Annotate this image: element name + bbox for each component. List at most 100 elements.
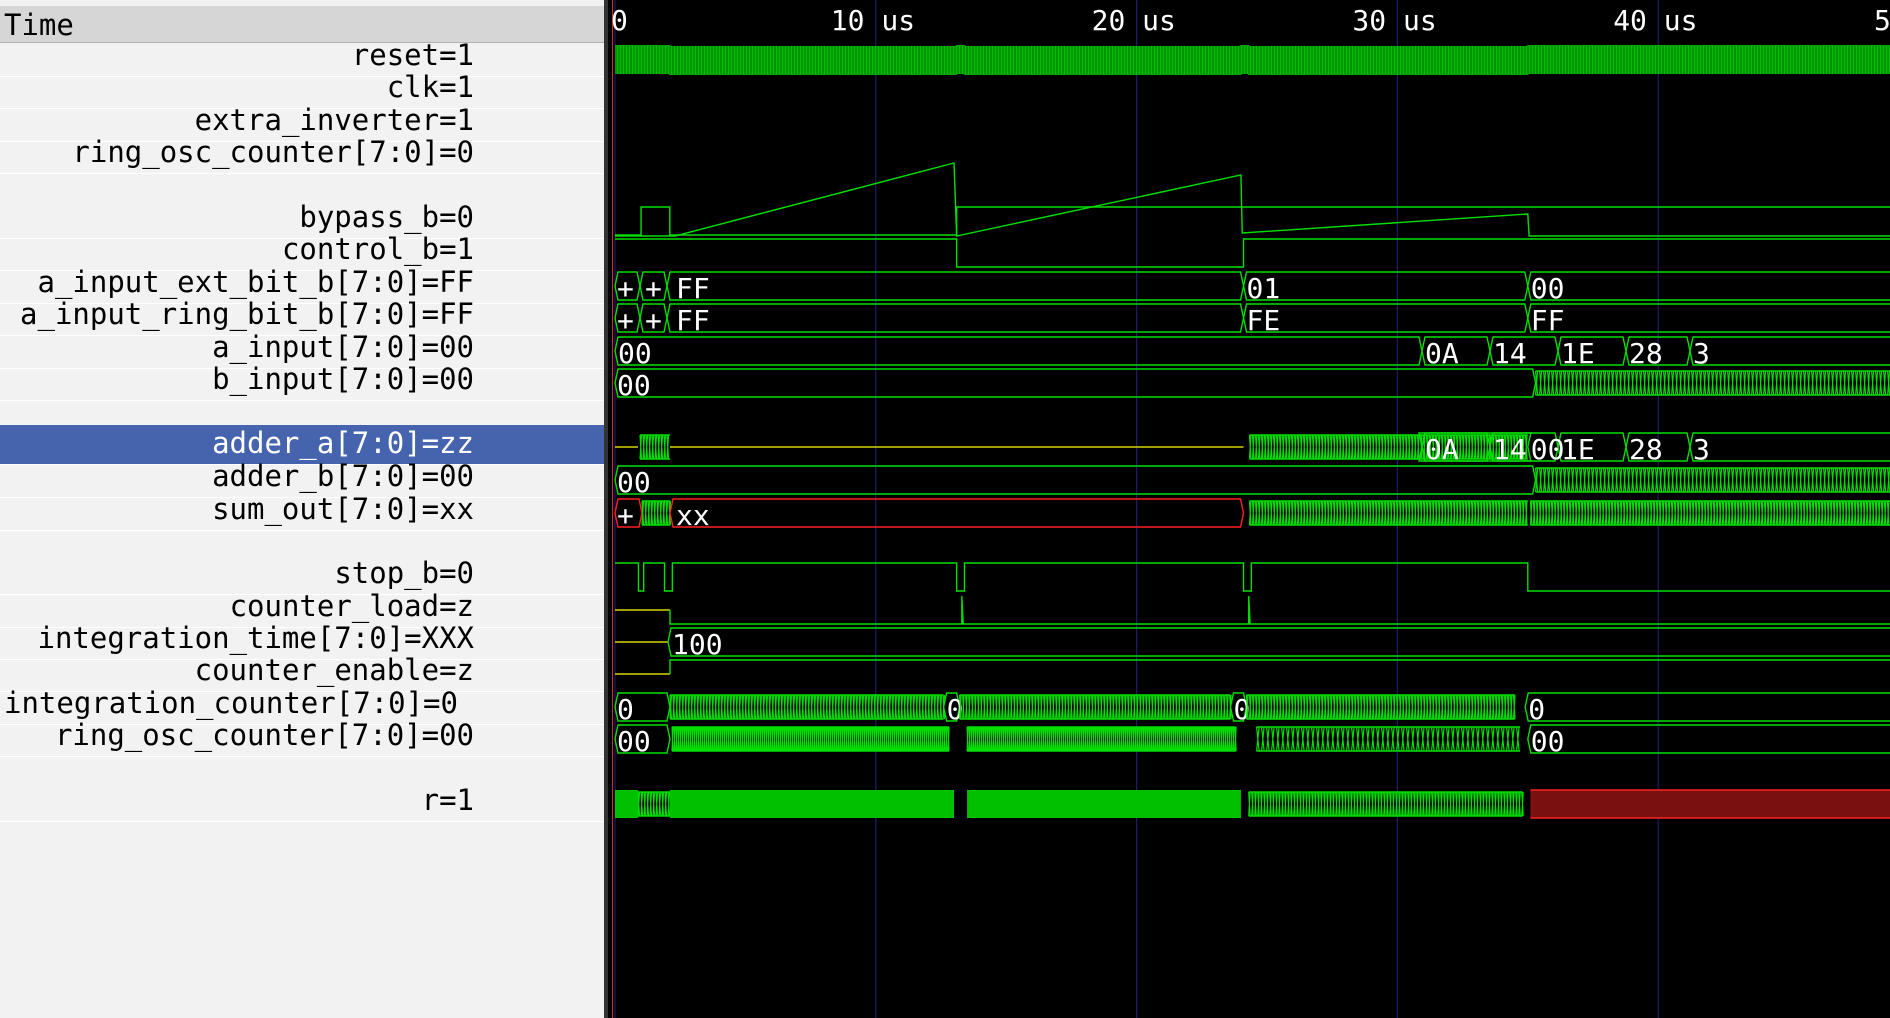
signal-label: adder_b[7:0]=00 bbox=[212, 459, 474, 493]
bus-int-time-value: 100 bbox=[672, 628, 723, 661]
bus-ring-osc-activity bbox=[966, 726, 1237, 752]
bus-adder-a-value: 14 bbox=[1493, 433, 1527, 466]
bus-a-ring-plus: + bbox=[645, 304, 662, 337]
bus-a-input-value: 14 bbox=[1493, 337, 1527, 370]
signal-label: integration_time[7:0]=XXX bbox=[37, 621, 475, 655]
signal-row-b-input[interactable]: b_input[7:0]=00 bbox=[0, 361, 604, 401]
bus-a-input-value: 00 bbox=[618, 337, 652, 370]
bus-a-ring-value: FE bbox=[1247, 304, 1281, 337]
timeline-tick-label: 0 bbox=[612, 4, 628, 37]
bus-adder-a-value: 3 bbox=[1693, 433, 1710, 466]
signal-label: clk=1 bbox=[386, 70, 474, 104]
wave-ring-osc-analog bbox=[615, 162, 1890, 237]
bus-a-ext-value: 01 bbox=[1247, 272, 1281, 305]
bus-a-ext-seg bbox=[1242, 271, 1529, 301]
bus-a-ring-plus: + bbox=[617, 304, 634, 337]
signal-row-ring-osc-counter-analog[interactable]: ring_osc_counter[7:0]=0 bbox=[0, 134, 604, 174]
bus-a-ring-seg bbox=[1527, 303, 1890, 333]
bus-a-input-seg bbox=[614, 336, 1423, 366]
signal-label: extra_inverter=1 bbox=[194, 103, 474, 137]
signal-label: ring_osc_counter[7:0]=0 bbox=[72, 135, 474, 169]
wave-r-activity bbox=[637, 791, 671, 817]
bus-ring-osc-activity bbox=[1256, 726, 1520, 752]
bus-sum-out-activity bbox=[1248, 500, 1528, 526]
bus-adder-a-activity bbox=[639, 434, 670, 460]
signal-label: counter_enable=z bbox=[194, 653, 474, 687]
wave-r-fill bbox=[670, 790, 955, 818]
bus-int-time-seg bbox=[667, 627, 1890, 657]
bus-a-input-value: 1E bbox=[1561, 337, 1595, 370]
bus-a-ext-value: FF bbox=[676, 272, 710, 305]
wave-counter-load bbox=[669, 595, 1890, 625]
signal-label: ring_osc_counter[7:0]=00 bbox=[54, 718, 474, 752]
wave-r-undefined bbox=[1530, 790, 1890, 818]
bus-adder-a-value: 28 bbox=[1629, 433, 1663, 466]
signal-name-panel: Time reset=1 clk=1 extra_inverter=1 ring… bbox=[0, 0, 608, 1018]
signal-label: r=1 bbox=[421, 783, 474, 817]
bus-a-input-seg bbox=[1689, 336, 1890, 366]
bus-a-ring-seg bbox=[1242, 303, 1529, 333]
bus-sum-out-activity bbox=[1529, 500, 1890, 526]
bus-int-counter-activity bbox=[959, 694, 1232, 720]
bus-int-counter-value: 0 bbox=[1528, 693, 1545, 726]
wave-stop-b bbox=[615, 562, 1890, 592]
signal-label: control_b=1 bbox=[281, 232, 474, 266]
wave-r-fill bbox=[967, 790, 1241, 818]
bus-a-input-value: 28 bbox=[1629, 337, 1663, 370]
bus-ring-osc-activity bbox=[671, 726, 950, 752]
wave-r-fill bbox=[615, 790, 638, 818]
wave-control-b bbox=[615, 238, 1890, 268]
waveform-panel[interactable]: 0 10 us 20 us 30 us 40 us 5 + + FF 01 00 + + FF FE FF 00… bbox=[612, 0, 1890, 1018]
bus-adder-a-seg bbox=[1689, 432, 1890, 462]
timeline-tick-label: 30 us bbox=[1352, 4, 1436, 37]
signal-row-sum-out[interactable]: sum_out[7:0]=xx bbox=[0, 491, 604, 531]
bus-adder-a-value: 1E bbox=[1561, 433, 1595, 466]
signal-label: b_input[7:0]=00 bbox=[212, 362, 474, 396]
wave-r-activity bbox=[1248, 791, 1524, 817]
wave-bypass-b bbox=[615, 206, 1890, 236]
signal-label: bypass_b=0 bbox=[299, 200, 474, 234]
wave-counter-enable bbox=[669, 659, 1890, 674]
bus-a-ext-seg bbox=[666, 271, 1245, 301]
bus-a-ext-plus: + bbox=[645, 272, 662, 305]
bus-sum-out-seg bbox=[669, 498, 1245, 528]
signal-label: a_input_ring_bit_b[7:0]=FF bbox=[20, 297, 474, 331]
bus-int-counter-value: 0 bbox=[617, 693, 634, 726]
bus-a-ring-seg bbox=[666, 303, 1245, 333]
bus-a-input-value: 0A bbox=[1425, 337, 1459, 370]
bus-adder-b-value: 00 bbox=[617, 466, 651, 499]
bus-a-ext-plus: + bbox=[617, 272, 634, 305]
bus-a-ring-value: FF bbox=[676, 304, 710, 337]
bus-ring-osc-value: 00 bbox=[1531, 725, 1565, 758]
bus-adder-a-value: 0A bbox=[1425, 433, 1459, 466]
bus-int-counter-seg bbox=[1524, 692, 1890, 722]
signal-row-ring-osc-counter[interactable]: ring_osc_counter[7:0]=00 bbox=[0, 717, 604, 757]
bus-adder-a-activity bbox=[1248, 434, 1528, 460]
signal-label: adder_a[7:0]=zz bbox=[212, 426, 474, 460]
bus-ring-osc-seg bbox=[1527, 724, 1890, 754]
waveform-canvas[interactable]: 0 10 us 20 us 30 us 40 us 5+ + FF 01 00+ + FF FE FF00… bbox=[612, 0, 1890, 1018]
bus-sum-out-plus: + bbox=[617, 499, 634, 532]
signal-row-r[interactable]: r=1 bbox=[0, 782, 604, 822]
timeline-tick-label: 5 bbox=[1874, 4, 1890, 37]
signal-label: sum_out[7:0]=xx bbox=[212, 492, 474, 526]
timeline-tick-label: 10 us bbox=[831, 4, 915, 37]
signal-label: counter_load=z bbox=[229, 589, 474, 623]
bus-sum-out-activity bbox=[641, 500, 672, 526]
timeline-tick-label: 40 us bbox=[1613, 4, 1697, 37]
signal-label: a_input[7:0]=00 bbox=[212, 330, 474, 364]
timeline-tick-label: 20 us bbox=[1092, 4, 1176, 37]
bus-adder-a-value: 00 bbox=[1531, 433, 1565, 466]
bus-b-input-value: 00 bbox=[617, 369, 651, 402]
signal-label: a_input_ext_bit_b[7:0]=FF bbox=[37, 265, 475, 299]
bus-ring-osc-value: 00 bbox=[617, 725, 651, 758]
bus-int-counter-activity bbox=[1245, 694, 1516, 720]
signal-label: reset=1 bbox=[351, 38, 474, 72]
signal-label: stop_b=0 bbox=[334, 556, 474, 590]
bus-adder-b-activity bbox=[1535, 467, 1890, 493]
bus-int-counter-activity bbox=[669, 694, 946, 720]
bus-a-input-value: 3 bbox=[1693, 337, 1710, 370]
bus-a-ext-value: 00 bbox=[1531, 272, 1565, 305]
signal-label: integration_counter[7:0]=0 bbox=[4, 686, 458, 720]
bus-b-input-activity bbox=[1535, 370, 1890, 396]
